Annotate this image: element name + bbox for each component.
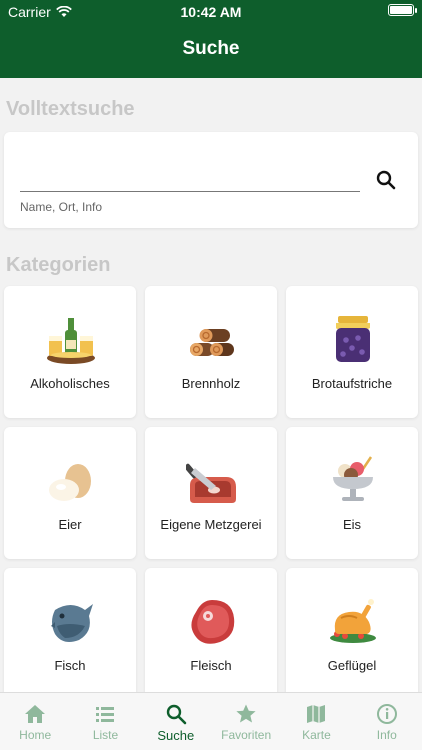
category-brennholz[interactable]: Brennholz [145,286,277,418]
status-time: 10:42 AM [180,4,242,20]
search-icon [166,704,187,725]
navigation-header: Carrier 10:42 AM Suche [0,0,422,78]
home-icon [25,705,46,723]
map-icon [307,705,326,723]
category-label: Geflügel [327,658,377,673]
category-label: Eier [58,517,82,532]
category-label: Brotaufstriche [311,376,393,391]
tab-liste[interactable]: Liste [70,693,140,750]
category-brotaufstriche[interactable]: Brotaufstriche [286,286,418,418]
category-fleisch[interactable]: Fleisch [145,568,277,700]
status-bar: Carrier 10:42 AM [0,0,422,22]
ice-cream-icon [333,456,373,501]
fish-icon [51,604,93,642]
category-eis[interactable]: Eis [286,427,418,559]
tab-karte[interactable]: Karte [281,693,351,750]
firewood-icon [190,329,234,356]
search-hint: Name, Ort, Info [20,200,103,214]
tab-suche[interactable]: Suche [141,693,211,750]
category-eigene-metzgerei[interactable]: Eigene Metzgerei [145,427,277,559]
tab-label: Favoriten [221,728,272,742]
page-title: Suche [182,38,240,59]
category-label: Eis [342,517,362,532]
category-label: Alkoholisches [30,376,110,391]
tab-label: Karte [302,728,331,742]
category-alkoholisches[interactable]: Alkoholisches [4,286,136,418]
info-icon [376,704,397,724]
search-icon[interactable] [374,168,398,192]
category-gefluegel[interactable]: Geflügel [286,568,418,700]
category-label: Brennholz [181,376,241,391]
search-input[interactable] [20,170,360,192]
tab-info[interactable]: Info [352,693,422,750]
jam-jar-icon [336,316,370,362]
eggs-icon [49,464,91,501]
steak-icon [191,600,235,644]
list-icon [96,707,115,722]
tab-label: Home [19,728,52,742]
search-card: Name, Ort, Info [4,132,418,228]
star-icon [236,704,256,723]
category-eier[interactable]: Eier [4,427,136,559]
category-label: Eigene Metzgerei [160,517,262,532]
butcher-knife-icon [186,463,236,503]
category-label: Fleisch [190,658,232,673]
tab-label: Info [376,728,397,742]
tab-favoriten[interactable]: Favoriten [211,693,281,750]
tab-home[interactable]: Home [0,693,70,750]
tab-label: Suche [157,728,195,743]
drinks-icon [47,318,95,364]
fulltext-heading: Volltextsuche [6,98,135,120]
roast-chicken-icon [330,599,376,643]
categories-heading: Kategorien [6,254,111,276]
category-fisch[interactable]: Fisch [4,568,136,700]
category-label: Fisch [54,658,86,673]
tab-label: Liste [92,728,119,742]
tab-bar: Home Liste Suche Favoriten Karte Info [0,692,422,750]
battery-icon [388,4,417,16]
